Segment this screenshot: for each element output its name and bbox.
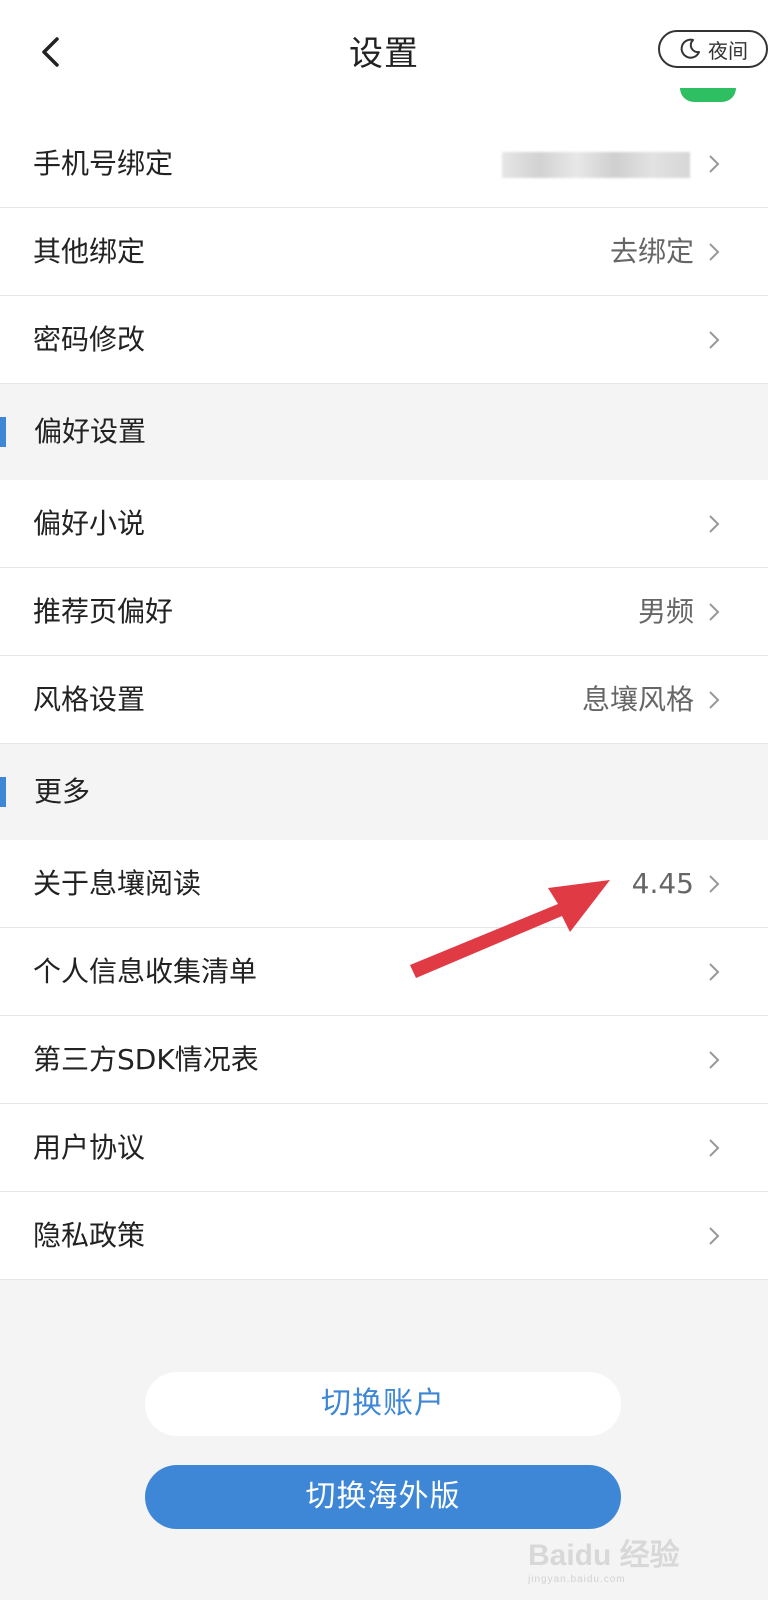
row-label: 关于息壤阅读 [33, 867, 202, 900]
chevron-right-icon [709, 691, 720, 709]
row-third-party-sdk[interactable]: 第三方SDK情况表 [0, 1016, 768, 1104]
moon-icon [680, 38, 700, 59]
row-style-settings[interactable]: 风格设置 息壤风格 [0, 656, 768, 744]
row-label: 第三方SDK情况表 [33, 1043, 259, 1076]
row-password-change[interactable]: 密码修改 [0, 296, 768, 384]
section-accent-bar [0, 417, 6, 447]
row-label: 密码修改 [33, 323, 146, 356]
watermark-main: Baidu 经验 [528, 1539, 680, 1572]
section-header-more: 更多 [0, 744, 768, 840]
chevron-right-icon [709, 243, 720, 261]
night-mode-label: 夜间 [708, 38, 748, 63]
chevron-right-icon [709, 875, 720, 893]
row-personal-info-list[interactable]: 个人信息收集清单 [0, 928, 768, 1016]
row-label: 推荐页偏好 [33, 595, 174, 628]
row-value: 去绑定 [609, 235, 694, 268]
row-recommend-preference[interactable]: 推荐页偏好 男频 [0, 568, 768, 656]
night-mode-toggle[interactable]: 夜间 [658, 30, 768, 68]
chevron-right-icon [709, 515, 720, 533]
annotation-arrow-icon [410, 880, 610, 978]
chevron-right-icon [709, 1139, 720, 1157]
row-label: 个人信息收集清单 [33, 955, 258, 988]
page-title: 设置 [349, 34, 419, 74]
row-preferred-novels[interactable]: 偏好小说 [0, 480, 768, 568]
version-value: 4.45 [631, 867, 694, 900]
row-label: 偏好小说 [33, 507, 146, 540]
row-label: 手机号绑定 [33, 147, 174, 180]
row-phone-binding[interactable]: 手机号绑定 [0, 120, 768, 208]
section-accent-bar [0, 777, 6, 807]
watermark-logo: Baidu 经验 jingyan.baidu.com [528, 1530, 728, 1590]
row-label: 隐私政策 [33, 1219, 146, 1252]
chevron-right-icon [709, 963, 720, 981]
row-about[interactable]: 关于息壤阅读 4.45 [0, 840, 768, 928]
top-nav-bar: 设置 夜间 [0, 0, 768, 121]
row-other-binding[interactable]: 其他绑定 去绑定 [0, 208, 768, 296]
chevron-right-icon [709, 603, 720, 621]
row-label: 用户协议 [33, 1131, 146, 1164]
row-user-agreement[interactable]: 用户协议 [0, 1104, 768, 1192]
row-label: 风格设置 [33, 683, 146, 716]
switch-overseas-button[interactable]: 切换海外版 [145, 1465, 621, 1529]
row-value: 男频 [637, 595, 694, 628]
blurred-phone-number [502, 152, 690, 178]
chevron-right-icon [709, 331, 720, 349]
row-privacy-policy[interactable]: 隐私政策 [0, 1192, 768, 1280]
row-value: 息壤风格 [581, 683, 694, 716]
section-header-preferences: 偏好设置 [0, 384, 768, 480]
switch-account-button[interactable]: 切换账户 [145, 1372, 621, 1436]
section-label: 偏好设置 [34, 415, 147, 448]
chevron-right-icon [709, 1227, 720, 1245]
row-label: 其他绑定 [33, 235, 146, 268]
section-label: 更多 [34, 775, 91, 808]
green-indicator [680, 88, 736, 102]
chevron-right-icon [709, 1051, 720, 1069]
watermark-sub: jingyan.baidu.com [528, 1574, 626, 1585]
chevron-right-icon [709, 155, 720, 173]
